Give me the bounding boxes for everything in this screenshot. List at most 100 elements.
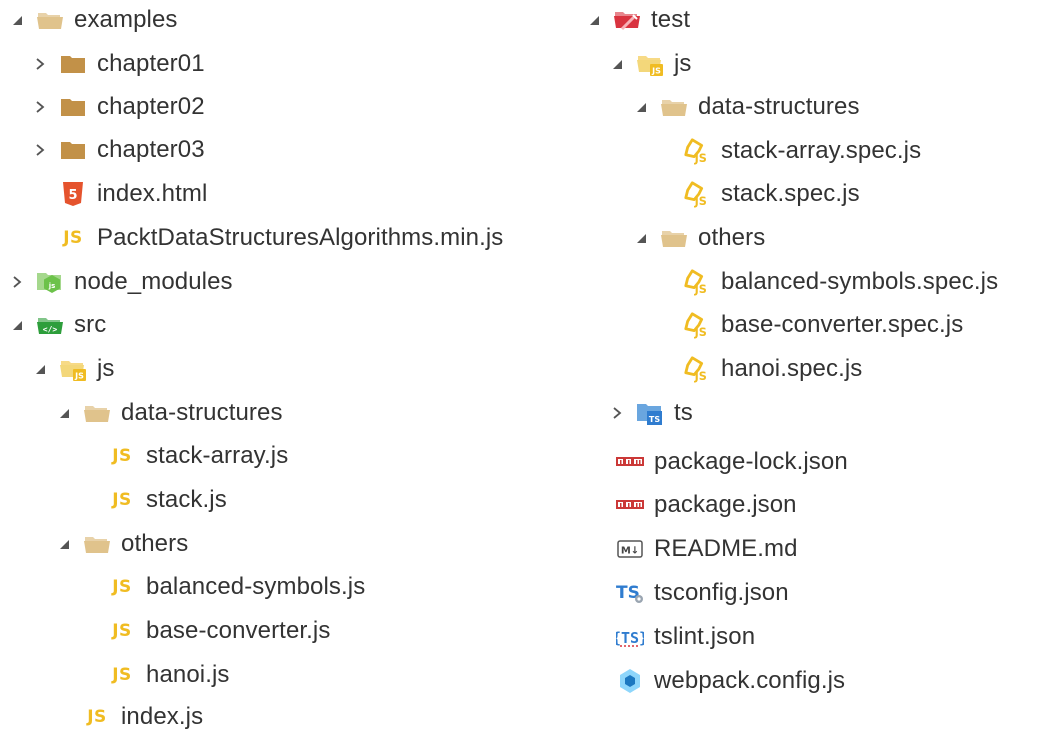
folder-open-icon [36, 6, 64, 34]
tree-item-src-js[interactable]: JS js [33, 349, 115, 389]
tree-item-package-lock-json[interactable]: package-lock.json [590, 442, 848, 482]
html5-icon: 5 [59, 180, 87, 208]
folder-open-icon [660, 93, 688, 121]
tree-item-ts[interactable]: TS ts [610, 393, 693, 433]
tree-item-base-converter-js[interactable]: JS base-converter.js [82, 611, 330, 651]
tree-item-src[interactable]: </> src [10, 305, 106, 345]
tree-item-index-js[interactable]: JS index.js [57, 697, 203, 737]
js-icon: JS [112, 577, 132, 597]
tree-item-label: README.md [654, 535, 798, 562]
tree-item-test-data-structures[interactable]: data-structures [634, 87, 860, 127]
svg-text:{TS}: {TS} [616, 629, 644, 647]
js-spec-icon: JS [683, 137, 711, 165]
svg-text:JS: JS [694, 283, 707, 296]
tree-item-test[interactable]: test [587, 0, 690, 40]
js-folder-icon: JS [59, 355, 87, 383]
chevron-collapsed-icon[interactable] [610, 406, 624, 420]
svg-text:JS: JS [651, 67, 661, 76]
chevron-expanded-icon[interactable] [33, 362, 47, 376]
tree-item-data-structures[interactable]: data-structures [57, 393, 283, 433]
tree-item-label: chapter03 [97, 136, 205, 163]
tree-item-label: chapter02 [97, 93, 205, 120]
npm-icon [616, 491, 644, 519]
tree-item-tslint-json[interactable]: {TS} tslint.json [590, 617, 755, 657]
svg-text:JS: JS [694, 152, 707, 165]
tree-item-balanced-symbols-spec-js[interactable]: JS balanced-symbols.spec.js [657, 262, 998, 302]
tree-item-chapter02[interactable]: chapter02 [33, 87, 205, 127]
tree-item-hanoi-spec-js[interactable]: JS hanoi.spec.js [657, 349, 862, 389]
chevron-collapsed-icon[interactable] [33, 143, 47, 157]
webpack-icon [616, 667, 644, 695]
npm-icon [616, 448, 644, 476]
tree-item-label: ts [674, 399, 693, 426]
tree-item-tsconfig-json[interactable]: TS tsconfig.json [590, 573, 789, 613]
tree-item-readme-md[interactable]: M↓ README.md [590, 529, 798, 569]
tree-item-label: webpack.config.js [654, 667, 846, 694]
tree-item-label: others [121, 530, 189, 557]
tree-item-label: base-converter.js [146, 617, 331, 644]
chevron-expanded-icon[interactable] [634, 100, 648, 114]
tree-item-index-html[interactable]: 5 index.html [33, 174, 207, 214]
tree-item-label: index.js [121, 703, 204, 730]
tree-item-stack-array-js[interactable]: JS stack-array.js [82, 436, 288, 476]
tree-item-packt-min-js[interactable]: JS PacktDataStructuresAlgorithms.min.js [33, 218, 503, 258]
tree-item-label: package.json [654, 491, 797, 518]
svg-text:js: js [48, 282, 56, 290]
ts-folder-icon: TS [636, 399, 664, 427]
chevron-expanded-icon[interactable] [57, 537, 71, 551]
tree-item-balanced-symbols-js[interactable]: JS balanced-symbols.js [82, 567, 365, 607]
tree-item-label: node_modules [74, 268, 233, 295]
folder-open-icon [83, 530, 111, 558]
tree-item-label: index.html [97, 180, 208, 207]
chevron-expanded-icon[interactable] [634, 231, 648, 245]
tree-item-label: stack.spec.js [721, 180, 860, 207]
svg-text:5: 5 [68, 188, 77, 203]
folder-open-icon [83, 399, 111, 427]
svg-text:JS: JS [694, 195, 707, 208]
chevron-expanded-icon[interactable] [610, 57, 624, 71]
svg-text:TS: TS [649, 415, 660, 424]
js-spec-icon: JS [683, 355, 711, 383]
tree-item-examples[interactable]: examples [10, 0, 178, 40]
tree-item-label: data-structures [698, 93, 860, 120]
tsconfig-icon: TS [616, 579, 644, 607]
tree-item-webpack-config-js[interactable]: webpack.config.js [590, 661, 845, 701]
tree-item-label: balanced-symbols.js [146, 573, 366, 600]
js-spec-icon: JS [683, 268, 711, 296]
tree-item-label: stack.js [146, 486, 227, 513]
chevron-collapsed-icon[interactable] [33, 100, 47, 114]
tree-item-test-js[interactable]: JS js [610, 44, 692, 84]
tree-item-test-others[interactable]: others [634, 218, 765, 258]
tree-item-stack-array-spec-js[interactable]: JS stack-array.spec.js [657, 131, 921, 171]
src-folder-icon: </> [36, 311, 64, 339]
tree-item-label: data-structures [121, 399, 283, 426]
chevron-expanded-icon[interactable] [57, 406, 71, 420]
tree-item-package-json[interactable]: package.json [590, 485, 797, 525]
tree-item-stack-spec-js[interactable]: JS stack.spec.js [657, 174, 860, 214]
tree-item-label: balanced-symbols.spec.js [721, 268, 999, 295]
tree-item-label: examples [74, 6, 178, 33]
tree-item-hanoi-js[interactable]: JS hanoi.js [82, 655, 230, 695]
tree-item-label: tslint.json [654, 623, 756, 650]
js-icon: JS [87, 707, 107, 727]
tree-item-label: js [97, 355, 115, 382]
tree-item-label: test [651, 6, 691, 33]
tree-item-label: js [674, 50, 692, 77]
chevron-collapsed-icon[interactable] [33, 57, 47, 71]
chevron-expanded-icon[interactable] [10, 13, 24, 27]
js-spec-icon: JS [683, 311, 711, 339]
svg-text:M↓: M↓ [621, 546, 639, 557]
tree-item-chapter01[interactable]: chapter01 [33, 44, 205, 84]
tree-item-chapter03[interactable]: chapter03 [33, 130, 205, 170]
tree-item-label: tsconfig.json [654, 579, 789, 606]
tree-item-base-converter-spec-js[interactable]: JS base-converter.spec.js [657, 305, 963, 345]
tree-item-stack-js[interactable]: JS stack.js [82, 480, 227, 520]
tree-item-node-modules[interactable]: js node_modules [10, 262, 233, 302]
chevron-expanded-icon[interactable] [587, 13, 601, 27]
chevron-expanded-icon[interactable] [10, 318, 24, 332]
tree-item-label: base-converter.spec.js [721, 311, 964, 338]
tree-item-others[interactable]: others [57, 524, 188, 564]
chevron-collapsed-icon[interactable] [10, 275, 24, 289]
svg-text:JS: JS [694, 326, 707, 339]
js-spec-icon: JS [683, 180, 711, 208]
